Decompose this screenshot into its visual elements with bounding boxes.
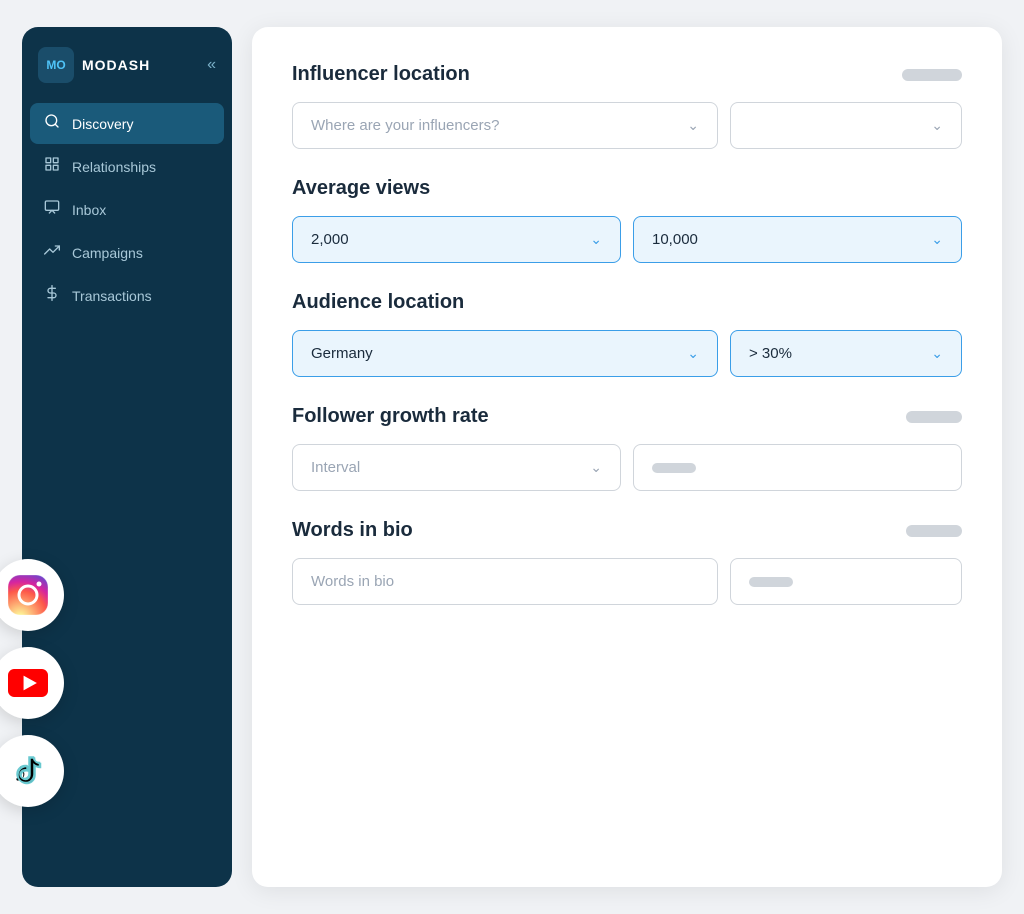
words-in-bio-title: Words in bio — [292, 519, 413, 542]
chevron-down-icon-2: ⌄ — [931, 117, 943, 134]
average-views-header: Average views — [292, 177, 962, 200]
main-content-panel: Influencer location Where are your influ… — [252, 27, 1002, 887]
follower-growth-value-input[interactable] — [633, 444, 962, 491]
words-in-bio-toggle[interactable] — [906, 525, 962, 537]
transactions-icon — [42, 285, 62, 306]
logo-area: MO MODASH — [38, 47, 150, 83]
follower-growth-interval-placeholder: Interval — [311, 459, 360, 476]
influencer-location-toggle[interactable] — [902, 69, 962, 81]
follower-growth-row: Interval ⌄ — [292, 444, 962, 491]
follower-growth-toggle[interactable] — [906, 411, 962, 423]
audience-country-dropdown[interactable]: Germany ⌄ — [292, 330, 718, 377]
tiktok-platform-button[interactable]: ♪ — [0, 735, 64, 807]
average-views-max-value: 10,000 — [652, 231, 698, 248]
chevron-down-icon-5: ⌄ — [687, 345, 699, 362]
sidebar-item-inbox[interactable]: Inbox — [30, 189, 224, 230]
average-views-max-dropdown[interactable]: 10,000 ⌄ — [633, 216, 962, 263]
relationships-icon — [42, 156, 62, 177]
follower-growth-section: Follower growth rate Interval ⌄ — [292, 405, 962, 491]
sidebar-item-label-relationships: Relationships — [72, 159, 156, 175]
app-container: MO MODASH « Discovery Relationships — [22, 27, 1002, 887]
audience-location-title: Audience location — [292, 291, 464, 314]
sidebar-item-relationships[interactable]: Relationships — [30, 146, 224, 187]
audience-percentage-value: > 30% — [749, 345, 792, 362]
chevron-down-icon-4: ⌄ — [931, 231, 943, 248]
follower-growth-header: Follower growth rate — [292, 405, 962, 428]
sidebar-item-campaigns[interactable]: Campaigns — [30, 232, 224, 273]
average-views-section: Average views 2,000 ⌄ 10,000 ⌄ — [292, 177, 962, 263]
words-in-bio-header: Words in bio — [292, 519, 962, 542]
sidebar: MO MODASH « Discovery Relationships — [22, 27, 232, 887]
words-in-bio-row: Words in bio — [292, 558, 962, 605]
audience-percentage-dropdown[interactable]: > 30% ⌄ — [730, 330, 962, 377]
average-views-row: 2,000 ⌄ 10,000 ⌄ — [292, 216, 962, 263]
audience-location-section: Audience location Germany ⌄ > 30% ⌄ — [292, 291, 962, 377]
follower-growth-interval-dropdown[interactable]: Interval ⌄ — [292, 444, 621, 491]
chevron-down-icon-7: ⌄ — [590, 459, 602, 476]
sidebar-item-label-campaigns: Campaigns — [72, 245, 143, 261]
collapse-button[interactable]: « — [207, 56, 216, 74]
chevron-down-icon-6: ⌄ — [931, 345, 943, 362]
words-in-bio-placeholder: Words in bio — [311, 573, 394, 590]
sidebar-item-label-discovery: Discovery — [72, 116, 133, 132]
audience-location-header: Audience location — [292, 291, 962, 314]
influencer-location-title: Influencer location — [292, 63, 470, 86]
youtube-platform-button[interactable] — [0, 647, 64, 719]
words-in-bio-input[interactable]: Words in bio — [292, 558, 718, 605]
average-views-title: Average views — [292, 177, 430, 200]
social-platform-icons: ♪ — [0, 559, 64, 807]
influencer-location-dropdown[interactable]: Where are your influencers? ⌄ — [292, 102, 718, 149]
sidebar-item-label-inbox: Inbox — [72, 202, 106, 218]
bio-action-pill — [749, 577, 793, 587]
words-in-bio-section: Words in bio Words in bio — [292, 519, 962, 605]
discovery-icon — [42, 113, 62, 134]
sidebar-header: MO MODASH « — [22, 27, 232, 103]
logo-text: MODASH — [82, 57, 150, 73]
inbox-icon — [42, 199, 62, 220]
sidebar-nav: Discovery Relationships Inbox Campaigns — [22, 103, 232, 316]
instagram-platform-button[interactable] — [0, 559, 64, 631]
words-in-bio-action[interactable] — [730, 558, 962, 605]
average-views-min-dropdown[interactable]: 2,000 ⌄ — [292, 216, 621, 263]
influencer-location-header: Influencer location — [292, 63, 962, 86]
average-views-min-value: 2,000 — [311, 231, 349, 248]
influencer-location-placeholder: Where are your influencers? — [311, 117, 499, 134]
value-pill — [652, 463, 696, 473]
campaigns-icon — [42, 242, 62, 263]
follower-growth-title: Follower growth rate — [292, 405, 489, 428]
audience-country-value: Germany — [311, 345, 373, 362]
audience-location-row: Germany ⌄ > 30% ⌄ — [292, 330, 962, 377]
logo-icon: MO — [38, 47, 74, 83]
influencer-location-section: Influencer location Where are your influ… — [292, 63, 962, 149]
influencer-location-row: Where are your influencers? ⌄ ⌄ — [292, 102, 962, 149]
sidebar-item-label-transactions: Transactions — [72, 288, 152, 304]
chevron-down-icon-3: ⌄ — [590, 231, 602, 248]
chevron-down-icon: ⌄ — [687, 117, 699, 134]
influencer-location-secondary-dropdown[interactable]: ⌄ — [730, 102, 962, 149]
sidebar-item-discovery[interactable]: Discovery — [30, 103, 224, 144]
sidebar-item-transactions[interactable]: Transactions — [30, 275, 224, 316]
